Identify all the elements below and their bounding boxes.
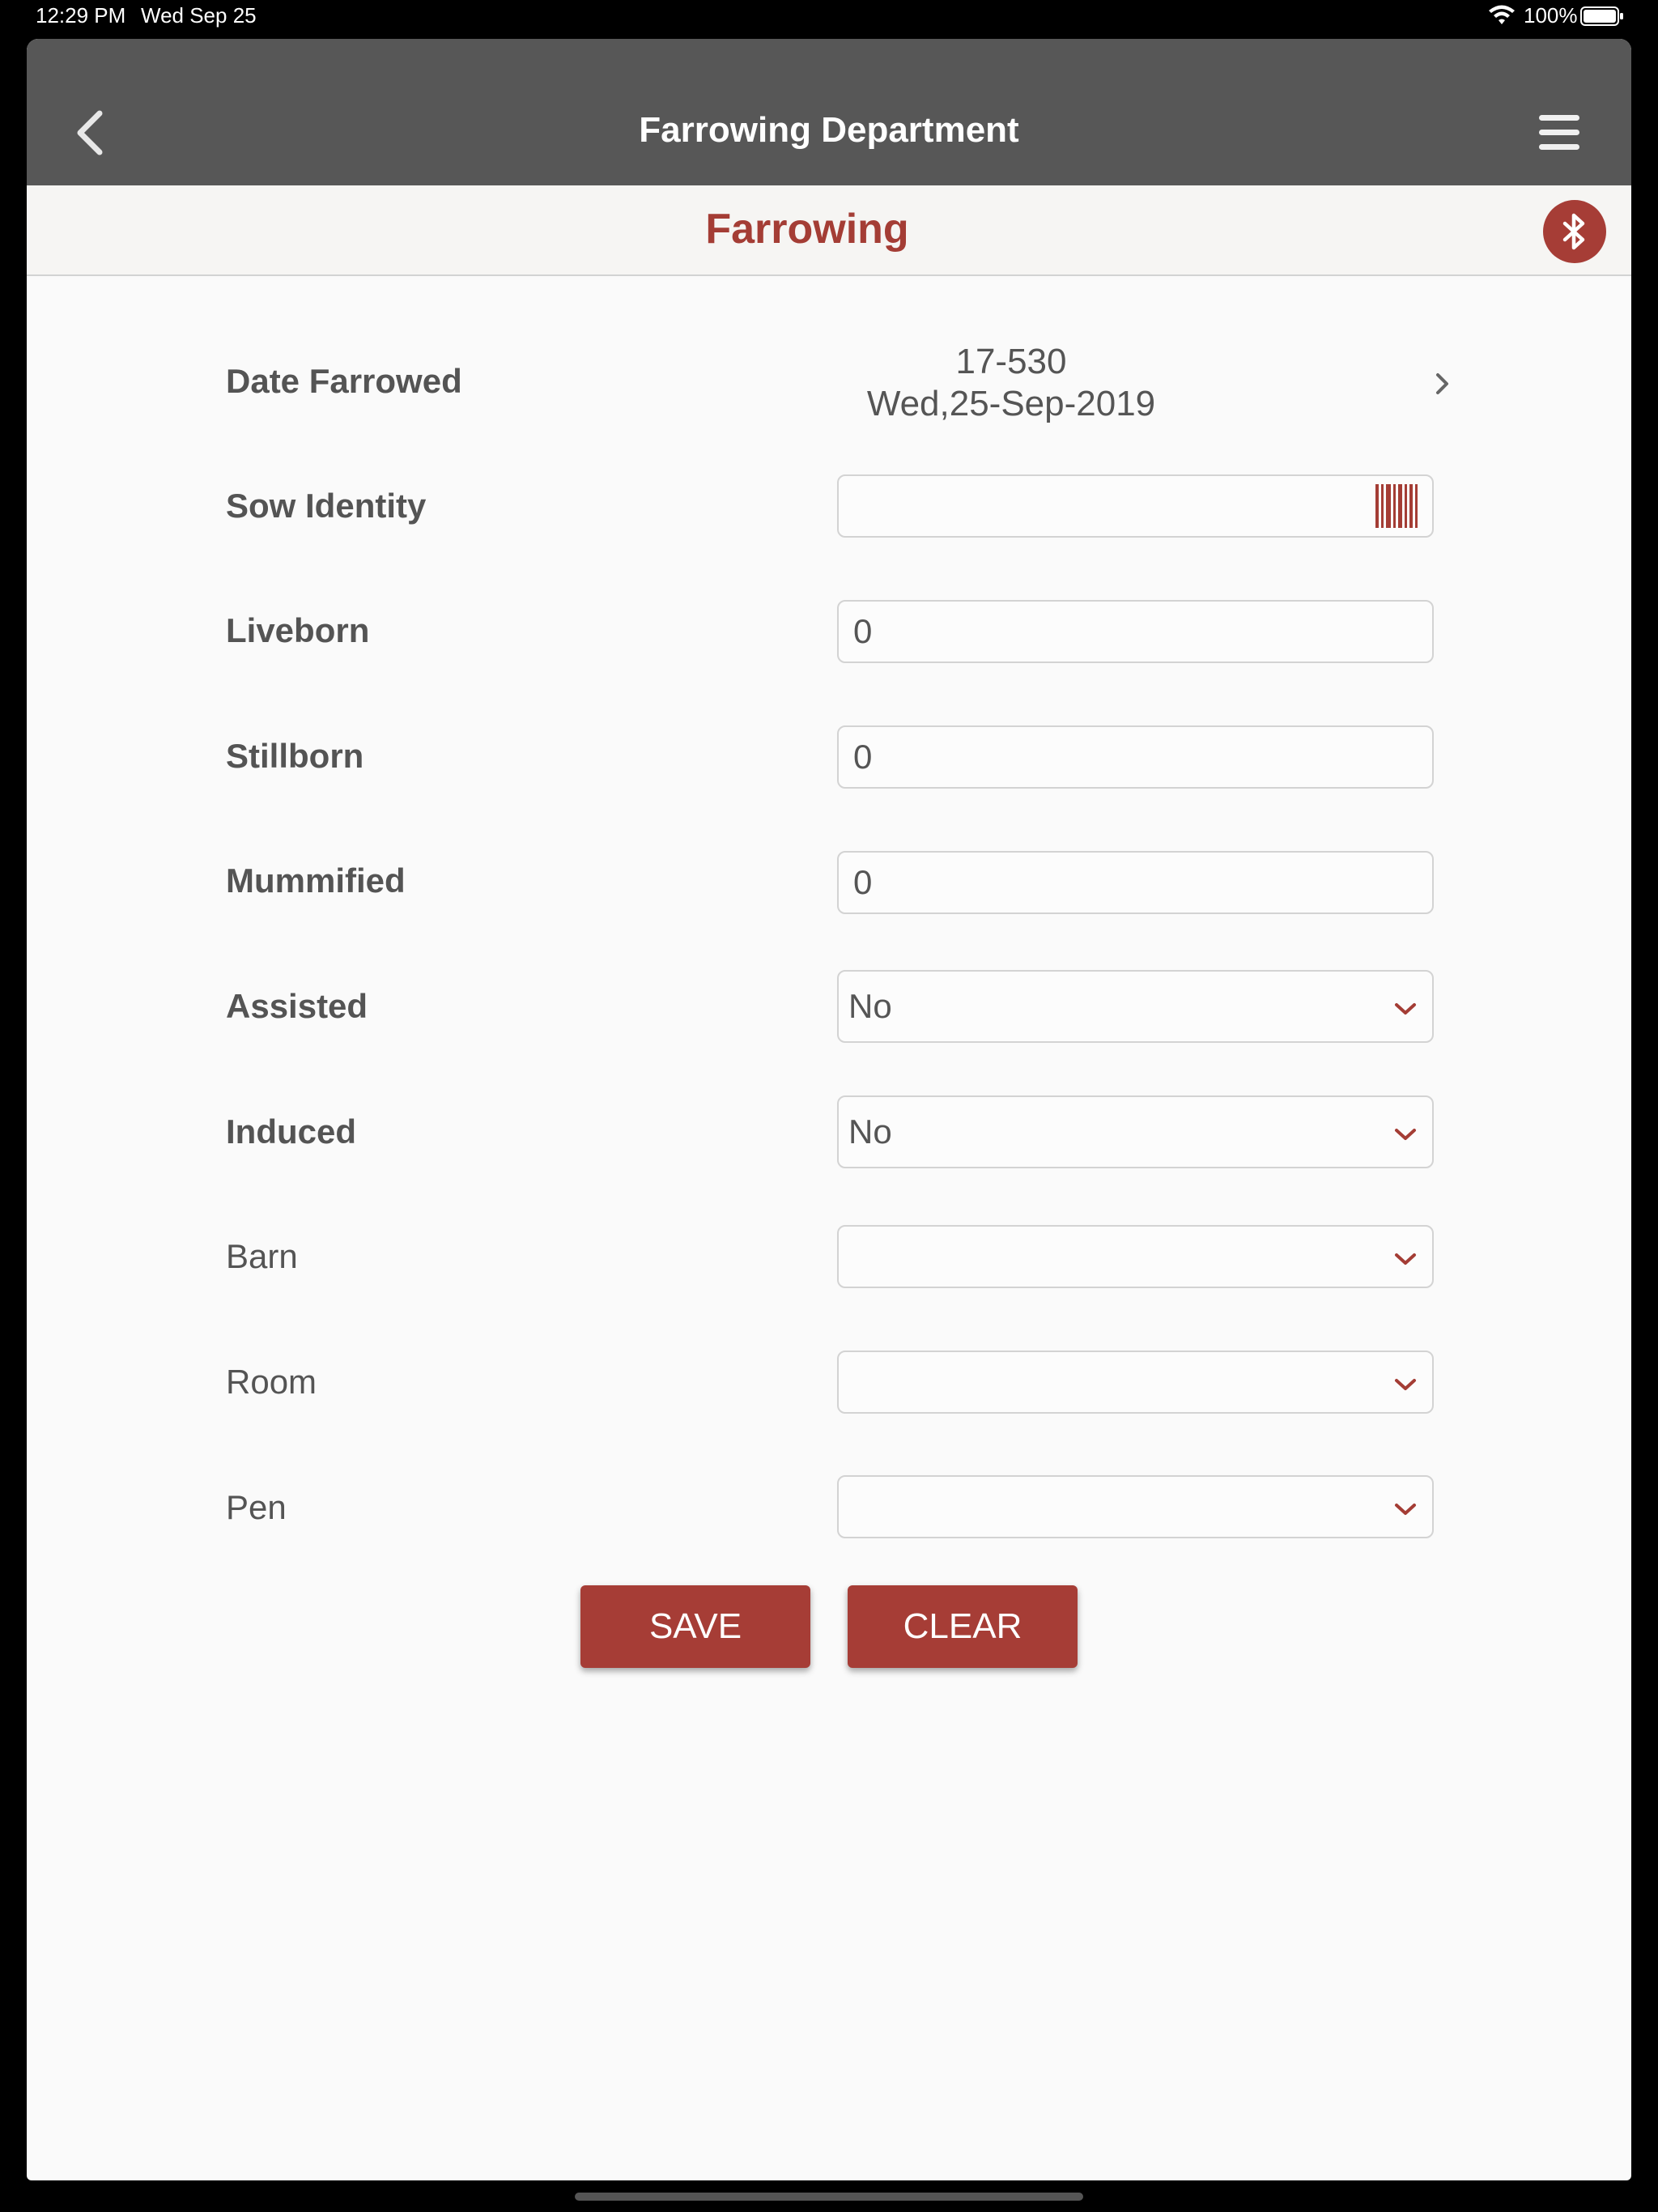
liveborn-input[interactable]: 0 [837,600,1434,663]
chevron-down-icon [1395,1253,1416,1265]
room-row: Room [27,1350,1631,1414]
status-time: 12:29 PM [36,3,126,28]
mummified-label: Mummified [226,861,406,900]
assisted-select[interactable]: No [837,970,1434,1043]
barcode-icon[interactable] [1374,483,1419,530]
save-button[interactable]: SAVE [580,1585,810,1668]
chevron-down-icon [1395,1003,1416,1015]
bluetooth-button[interactable] [1543,200,1606,263]
section-header: Farrowing [27,185,1631,276]
page-title: Farrowing [705,206,909,253]
induced-value: No [848,1112,892,1151]
barn-row: Barn [27,1224,1631,1289]
pen-select[interactable] [837,1475,1434,1538]
liveborn-label: Liveborn [226,611,370,649]
nav-title: Farrowing Department [639,110,1019,150]
date-farrowed-value[interactable]: 17-530 Wed,25-Sep-2019 [837,341,1185,425]
date-farrowed-row[interactable]: Date Farrowed 17-530 Wed,25-Sep-2019 [27,342,1631,423]
battery-icon [1580,6,1623,26]
date-farrowed-label: Date Farrowed [226,362,462,400]
room-label: Room [226,1363,317,1401]
assisted-row: Assisted No [27,970,1631,1043]
stillborn-input[interactable]: 0 [837,725,1434,789]
clear-button[interactable]: CLEAR [848,1585,1078,1668]
assisted-value: No [848,987,892,1025]
mummified-row: Mummified 0 [27,849,1631,914]
pen-row: Pen [27,1475,1631,1540]
wifi-icon [1489,5,1515,24]
stillborn-value: 0 [853,738,873,776]
app-window: Farrowing Department Farrowing Date Farr… [27,39,1631,2180]
mummified-input[interactable]: 0 [837,851,1434,914]
status-date: Wed Sep 25 [141,3,257,28]
liveborn-value: 0 [853,612,873,650]
sow-identity-row: Sow Identity [27,474,1631,538]
chevron-right-icon[interactable] [1434,370,1452,398]
induced-label: Induced [226,1112,357,1151]
liveborn-row: Liveborn 0 [27,598,1631,663]
chevron-down-icon [1395,1129,1416,1140]
barn-select[interactable] [837,1225,1434,1288]
battery-percentage: 100% [1524,3,1578,28]
sow-identity-input[interactable] [837,474,1434,538]
induced-select[interactable]: No [837,1095,1434,1168]
assisted-label: Assisted [226,987,368,1025]
hamburger-menu-icon[interactable] [1537,113,1581,152]
home-indicator[interactable] [575,2193,1083,2201]
status-bar: 12:29 PM Wed Sep 25 100% [0,0,1658,32]
chevron-down-icon [1395,1504,1416,1515]
barn-label: Barn [226,1237,298,1275]
induced-row: Induced No [27,1095,1631,1168]
bluetooth-icon [1562,213,1585,250]
stillborn-row: Stillborn 0 [27,724,1631,789]
sow-identity-label: Sow Identity [226,487,427,525]
stillborn-label: Stillborn [226,737,364,775]
chevron-down-icon [1395,1379,1416,1390]
date-farrowed-date: Wed,25-Sep-2019 [866,384,1156,423]
date-farrowed-code: 17-530 [955,342,1067,381]
nav-bar: Farrowing Department [27,39,1631,185]
room-select[interactable] [837,1351,1434,1414]
mummified-value: 0 [853,863,873,901]
pen-label: Pen [226,1488,287,1526]
